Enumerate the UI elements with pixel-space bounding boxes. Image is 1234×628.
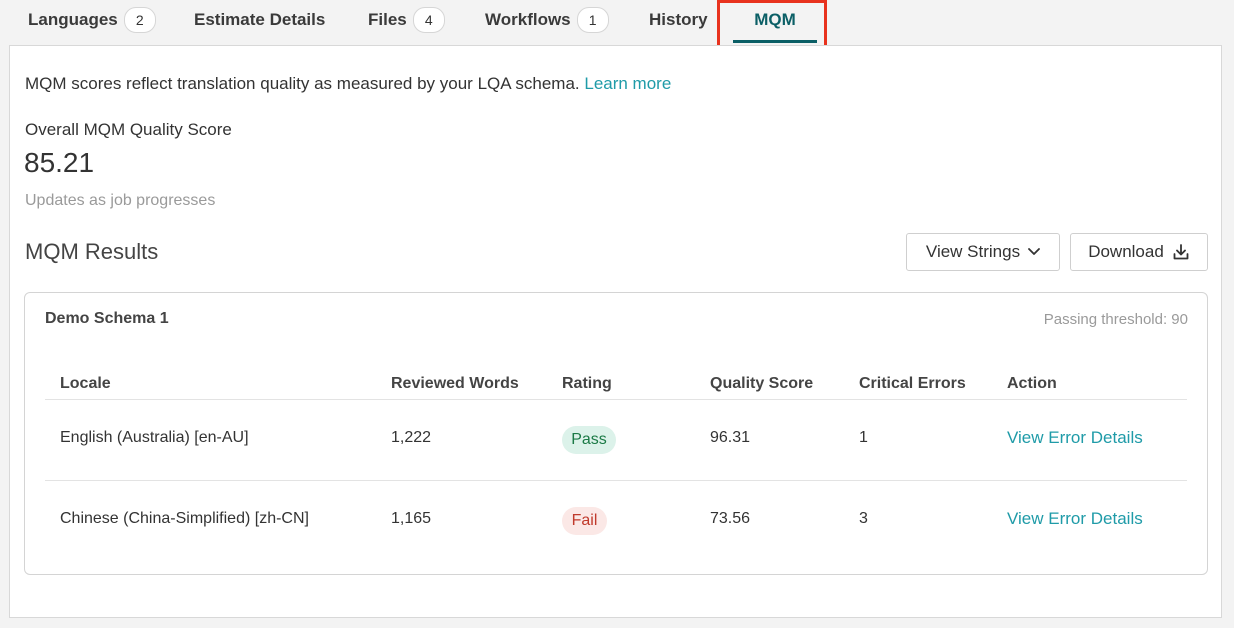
learn-more-link[interactable]: Learn more: [584, 74, 671, 93]
table-divider: [45, 399, 1187, 400]
download-button[interactable]: Download: [1070, 233, 1208, 271]
tab-label: Files: [368, 10, 407, 29]
passing-threshold: Passing threshold: 90: [1043, 311, 1188, 328]
locale-cell: English (Australia) [en-AU]: [60, 429, 249, 446]
tab-history[interactable]: History: [649, 0, 708, 40]
chevron-down-icon: [1028, 248, 1040, 255]
download-icon: [1173, 244, 1189, 260]
tab-label: Estimate Details: [194, 10, 326, 29]
view-error-details-link[interactable]: View Error Details: [1007, 509, 1143, 529]
count-badge: 2: [123, 7, 156, 33]
locale-cell: Chinese (China-Simplified) [zh-CN]: [60, 510, 309, 527]
column-header-locale: Locale: [60, 375, 111, 392]
column-header-action: Action: [1007, 375, 1057, 392]
tab-label: History: [649, 10, 708, 29]
overall-score-note: Updates as job progresses: [25, 192, 216, 209]
results-title: MQM Results: [25, 239, 159, 264]
tab-label: Languages: [28, 10, 118, 29]
mqm-panel: MQM scores reflect translation quality a…: [9, 45, 1222, 618]
view-error-details-link[interactable]: View Error Details: [1007, 428, 1143, 448]
tab-bar: Languages 2 Estimate Details Files 4 Wor…: [0, 0, 1234, 51]
tab-languages[interactable]: Languages 2: [28, 0, 156, 40]
overall-score-value: 85.21: [24, 147, 95, 178]
count-badge: 4: [412, 7, 445, 33]
intro-text: MQM scores reflect translation quality a…: [25, 74, 671, 94]
reviewed-words-cell: 1,165: [391, 510, 432, 527]
column-header-quality-score: Quality Score: [710, 375, 814, 392]
schema-name: Demo Schema 1: [45, 310, 169, 327]
schema-card: Demo Schema 1 Passing threshold: 90 Loca…: [24, 292, 1208, 575]
column-header-critical-errors: Critical Errors: [859, 375, 966, 392]
tab-files[interactable]: Files 4: [368, 0, 445, 40]
quality-score-cell: 96.31: [710, 429, 751, 446]
table-divider: [45, 480, 1187, 481]
column-header-reviewed-words: Reviewed Words: [391, 375, 519, 392]
count-badge: 1: [576, 7, 609, 33]
rating-badge-pass: Pass: [562, 426, 616, 454]
rating-badge-fail: Fail: [562, 507, 607, 535]
tab-estimate-details[interactable]: Estimate Details: [194, 0, 325, 40]
critical-errors-cell: 1: [859, 429, 868, 446]
intro-description: MQM scores reflect translation quality a…: [25, 74, 580, 93]
reviewed-words-cell: 1,222: [391, 429, 432, 446]
quality-score-cell: 73.56: [710, 510, 751, 527]
download-label: Download: [1088, 242, 1164, 261]
highlight-box: [717, 0, 827, 51]
tab-workflows[interactable]: Workflows 1: [485, 0, 609, 40]
view-strings-label: View Strings: [925, 242, 1021, 261]
critical-errors-cell: 3: [859, 510, 868, 527]
tab-label: Workflows: [485, 10, 571, 29]
overall-score-label: Overall MQM Quality Score: [25, 120, 232, 139]
column-header-rating: Rating: [562, 375, 612, 392]
view-strings-button[interactable]: View Strings: [906, 233, 1060, 271]
